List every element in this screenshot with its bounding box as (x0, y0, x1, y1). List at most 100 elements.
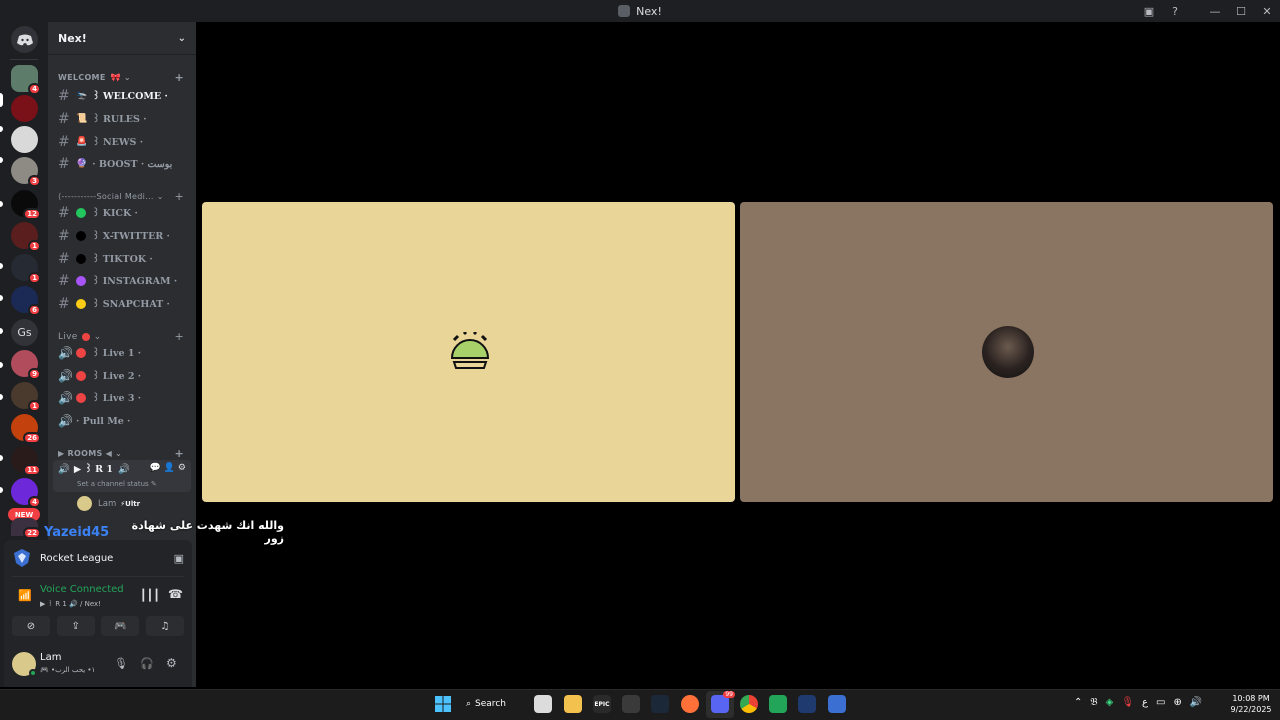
member-tag: ⚡Ultr (120, 499, 141, 508)
unread-pill (0, 263, 3, 269)
channel-rules[interactable]: # 📜 ꒱ RULES · (58, 109, 192, 129)
volume-icon[interactable]: 🔊 (1190, 697, 1202, 708)
username[interactable]: Lam (40, 652, 61, 663)
minimize-button[interactable]: — (1202, 0, 1228, 22)
server-icon[interactable]: Gs (11, 319, 38, 346)
chat-icon[interactable]: 💬 (149, 463, 160, 473)
hash-icon: # (58, 296, 70, 312)
microphone-icon[interactable]: 🎙 (1121, 697, 1134, 708)
voice-channel-live-2[interactable]: 🔊 ꒱ Live 2 · (58, 366, 192, 386)
voice-channel-live-1[interactable]: 🔊 ꒱ Live 1 · (58, 343, 192, 363)
server-icon[interactable]: 26 (11, 414, 41, 444)
disconnect-icon[interactable]: ☎ (168, 587, 183, 601)
screen-share-button[interactable]: ⇪ (56, 616, 95, 636)
home-button[interactable] (11, 26, 38, 53)
server-icon[interactable]: 11 (11, 446, 41, 476)
language-indicator[interactable]: ع (1142, 697, 1148, 708)
maximize-button[interactable]: ☐ (1228, 0, 1254, 22)
epic-games-icon[interactable]: EPIC (593, 695, 611, 713)
channel-status[interactable]: Set a channel status ✎ (77, 480, 157, 488)
taskbar-search[interactable]: ⌕ Search (466, 695, 522, 713)
mention-badge: 22 (23, 527, 41, 539)
server-icon[interactable]: 22 (11, 518, 41, 539)
channel-kick[interactable]: # ꒱ KICK · (58, 203, 192, 223)
user-panel: Rocket League ▣ 📶 Voice Connected ▶ ꒱ R … (4, 540, 192, 687)
server-icon[interactable] (11, 95, 38, 122)
voice-channel-r1[interactable]: 🔊 ▶ ꒱ R 1 🔊 💬 👤 ⚙ Set a channel status ✎ (53, 460, 191, 492)
tray-app-icon[interactable]: ◈ (1106, 697, 1114, 708)
guild-header[interactable]: Nex! ⌄ (48, 22, 196, 55)
windows-start-icon[interactable] (435, 696, 451, 712)
user-settings-icon[interactable]: ⚙ (166, 656, 177, 670)
channel-tiktok[interactable]: # ꒱ TIKTOK · (58, 249, 192, 269)
voice-channel-live-3[interactable]: 🔊 ꒱ Live 3 · (58, 388, 192, 408)
app-icon[interactable] (798, 695, 816, 713)
ribbon-icon: 🎀 (110, 73, 121, 82)
add-channel-button[interactable]: + (174, 330, 184, 343)
server-icon[interactable]: 9 (11, 350, 41, 380)
microphone-icon[interactable]: 🎙 (114, 657, 128, 670)
activity-row[interactable]: Rocket League ▣ (12, 548, 184, 568)
chrome-icon[interactable] (740, 695, 758, 713)
add-channel-button[interactable]: + (174, 190, 184, 203)
discord-taskbar-icon[interactable]: 99 (711, 691, 735, 713)
voice-channel-pull-me[interactable]: 🔊 · Pull Me · (58, 411, 192, 431)
app-icon[interactable] (622, 695, 640, 713)
x-icon (76, 231, 86, 241)
firefox-icon[interactable] (681, 695, 699, 713)
category-rooms[interactable]: ▶ ROOMS ◀ ⌄ + (58, 447, 184, 460)
rocket-league-taskbar-icon[interactable] (828, 695, 846, 713)
network-icon[interactable]: ⊕ (1173, 697, 1181, 708)
clock[interactable]: 10:08 PM 9/22/2025 (1226, 693, 1276, 715)
tray-app-icon[interactable]: 𝔅 (1090, 697, 1097, 708)
channel-emoji: 🚨 (76, 137, 88, 147)
display-icon[interactable]: ▭ (1156, 697, 1165, 708)
video-tile-right[interactable] (740, 202, 1273, 502)
screen-share-icon[interactable]: ▣ (1136, 0, 1162, 22)
activities-button[interactable]: 🎮 (101, 616, 140, 636)
hash-icon: # (58, 88, 70, 104)
steam-icon[interactable] (651, 695, 669, 713)
soundboard-button[interactable]: ♫ (145, 616, 184, 636)
server-icon[interactable]: 4 (11, 65, 41, 95)
add-channel-button[interactable]: + (174, 71, 184, 84)
server-icon[interactable]: 1 (11, 382, 41, 412)
headphones-icon[interactable]: 🎧 (140, 657, 154, 670)
channel-x-twitter[interactable]: # ꒱ X-TWITTER · (58, 226, 192, 246)
channel-news[interactable]: # 🚨 ꒱ NEWS · (58, 132, 192, 152)
voice-member[interactable]: Lam ⚡Ultr (77, 496, 140, 511)
close-button[interactable]: ✕ (1254, 0, 1280, 22)
settings-gear-icon[interactable]: ⚙ (178, 463, 186, 473)
unread-pill (0, 394, 3, 400)
server-icon[interactable]: 1 (11, 254, 41, 284)
video-tile-left[interactable] (202, 202, 735, 502)
category-label: WELCOME (58, 73, 106, 82)
server-icon[interactable]: 4 (11, 478, 41, 508)
store-icon[interactable] (534, 695, 552, 713)
server-icon[interactable]: 12 (11, 190, 41, 220)
channel-welcome[interactable]: # 🛬 ꒱ WELCOME · (58, 86, 192, 106)
channel-label: ꒱ TIKTOK · (92, 254, 153, 265)
category-live[interactable]: Live ⌄ + (58, 330, 184, 343)
server-icon[interactable]: 3 (11, 157, 41, 187)
help-icon[interactable]: ? (1162, 0, 1188, 22)
server-icon[interactable]: 6 (11, 286, 41, 316)
category-welcome[interactable]: WELCOME 🎀 ⌄ + (58, 71, 184, 84)
category-social[interactable]: ⟨-----------Social Medi... ⌄ + (58, 190, 184, 203)
channel-instagram[interactable]: # ꒱ INSTAGRAM · (58, 271, 192, 291)
file-explorer-icon[interactable] (564, 695, 582, 713)
channel-label: ꒱ Live 3 · (92, 393, 142, 404)
screen-share-icon[interactable]: ▣ (174, 552, 184, 565)
chevron-up-icon[interactable]: ⌃ (1074, 697, 1082, 708)
add-channel-button[interactable]: + (174, 447, 184, 460)
invite-icon[interactable]: 👤 (164, 463, 175, 473)
voice-status[interactable]: 📶 Voice Connected ▶ ꒱ R 1 🔊 / Nex! ┃┃┃ ☎ (12, 583, 184, 611)
server-icon[interactable]: 1 (11, 222, 41, 252)
camera-off-button[interactable]: ⊘ (12, 616, 50, 636)
channel-label: ▶ ꒱ R 1 (73, 464, 113, 475)
app-icon[interactable] (769, 695, 787, 713)
channel-snapchat[interactable]: # ꒱ SNAPCHAT · (58, 294, 192, 314)
server-icon[interactable] (11, 126, 38, 153)
channel-boost[interactable]: # 🔮 · BOOST · بوست (58, 154, 192, 174)
noise-suppression-icon[interactable]: ┃┃┃ (140, 589, 160, 602)
